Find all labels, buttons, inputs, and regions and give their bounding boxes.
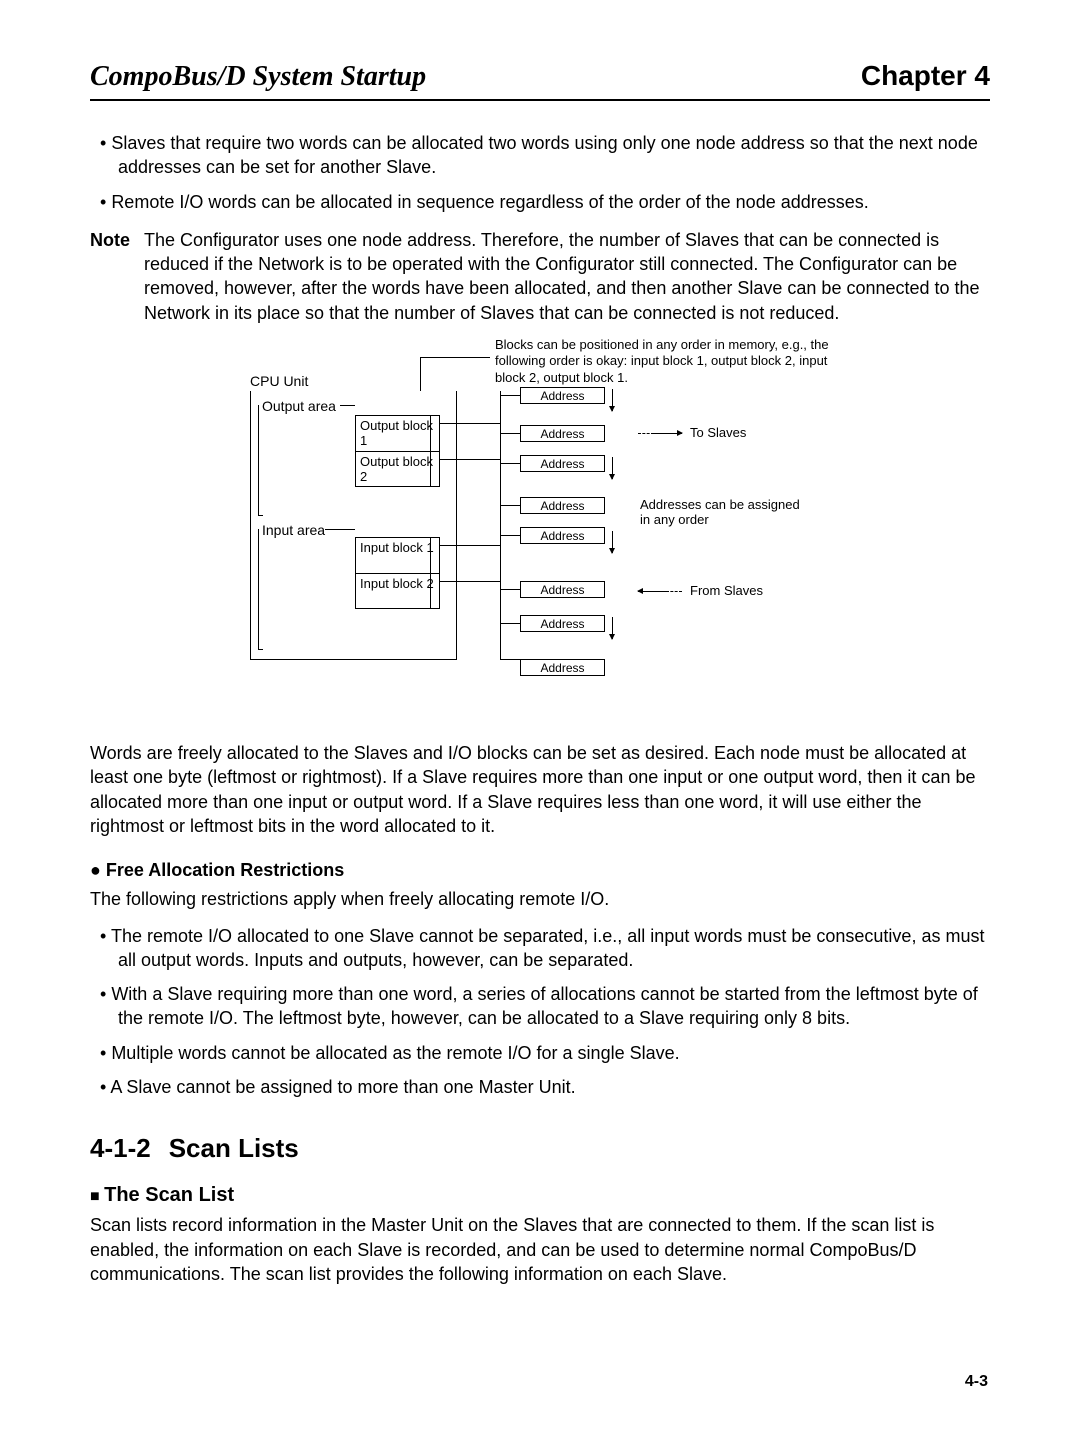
output-block-2: Output block 2 xyxy=(355,451,440,487)
bus-lead xyxy=(440,423,500,424)
bus-lead xyxy=(500,535,520,536)
bus-lead xyxy=(500,395,520,396)
address-box: Address xyxy=(520,425,605,442)
bracket-tick xyxy=(258,649,263,650)
bracket-tick xyxy=(325,529,355,530)
address-box: Address xyxy=(520,659,605,676)
bus-lead xyxy=(440,581,500,582)
note-block: Note The Configurator uses one node addr… xyxy=(90,228,990,325)
block-divider xyxy=(430,415,431,487)
section-heading: 4-1-2 Scan Lists xyxy=(90,1133,990,1164)
restrictions-list: The remote I/O allocated to one Slave ca… xyxy=(100,924,990,1100)
bullet-item: Multiple words cannot be allocated as th… xyxy=(100,1041,990,1065)
header-title-right: Chapter 4 xyxy=(861,60,990,92)
output-area-label: Output area xyxy=(262,398,336,414)
bus-lead xyxy=(500,623,520,624)
output-block-1: Output block 1 xyxy=(355,415,440,451)
output-bracket xyxy=(258,405,259,515)
bus-lead xyxy=(500,589,520,590)
bullet-item: The remote I/O allocated to one Slave ca… xyxy=(100,924,990,973)
input-area-label: Input area xyxy=(262,522,325,538)
bullet-item: Slaves that require two words can be all… xyxy=(100,131,990,180)
after-diagram-paragraph: Words are freely allocated to the Slaves… xyxy=(90,741,990,838)
bus-lead xyxy=(500,505,520,506)
bus-lead xyxy=(500,463,520,464)
bus-lead xyxy=(440,459,500,460)
bus-vertical xyxy=(500,391,501,659)
memory-diagram: Blocks can be positioned in any order in… xyxy=(220,347,860,717)
note-text: The Configurator uses one node address. … xyxy=(144,228,990,325)
section-title: Scan Lists xyxy=(169,1133,299,1163)
to-slaves-label: To Slaves xyxy=(690,425,746,440)
page-number: 4-3 xyxy=(965,1373,988,1391)
block-divider xyxy=(430,537,431,609)
note-label: Note xyxy=(90,228,144,325)
address-box: Address xyxy=(520,581,605,598)
arrow-left-icon xyxy=(638,591,666,592)
address-box: Address xyxy=(520,455,605,472)
dashed-lead xyxy=(638,433,654,434)
section-number: 4-1-2 xyxy=(90,1133,151,1163)
down-arrow-icon xyxy=(612,457,613,479)
restrictions-heading: Free Allocation Restrictions xyxy=(90,860,990,881)
down-arrow-icon xyxy=(612,531,613,553)
any-order-label: Addresses can be assigned in any order xyxy=(640,497,810,527)
cpu-unit-label: CPU Unit xyxy=(250,373,308,389)
bullet-item: Remote I/O words can be allocated in seq… xyxy=(100,190,990,214)
arrow-right-icon xyxy=(654,433,682,434)
bus-lead xyxy=(500,659,520,660)
down-arrow-icon xyxy=(612,389,613,411)
address-box: Address xyxy=(520,387,605,404)
header-title-left: CompoBus/D System Startup xyxy=(90,61,426,93)
bullet-item: With a Slave requiring more than one wor… xyxy=(100,982,990,1031)
bracket-tick xyxy=(258,515,263,516)
address-box: Address xyxy=(520,497,605,514)
top-bullets: Slaves that require two words can be all… xyxy=(100,131,990,214)
dashed-lead xyxy=(666,591,682,592)
input-bracket xyxy=(258,529,259,649)
address-box: Address xyxy=(520,615,605,632)
from-slaves-label: From Slaves xyxy=(690,583,763,598)
bracket-tick xyxy=(340,405,355,406)
bus-lead xyxy=(500,433,520,434)
address-box: Address xyxy=(520,527,605,544)
bus-lead xyxy=(440,545,500,546)
down-arrow-icon xyxy=(612,617,613,639)
input-block-2: Input block 2 xyxy=(355,573,440,609)
annot-leader xyxy=(420,357,421,391)
subsection-heading: The Scan List xyxy=(90,1184,990,1207)
input-block-1: Input block 1 xyxy=(355,537,440,573)
page-header: CompoBus/D System Startup Chapter 4 xyxy=(90,60,990,101)
diagram-top-annotation: Blocks can be positioned in any order in… xyxy=(495,337,845,386)
bullet-item: A Slave cannot be assigned to more than … xyxy=(100,1075,990,1099)
restrictions-intro: The following restrictions apply when fr… xyxy=(90,887,990,911)
scan-list-paragraph: Scan lists record information in the Mas… xyxy=(90,1213,990,1286)
